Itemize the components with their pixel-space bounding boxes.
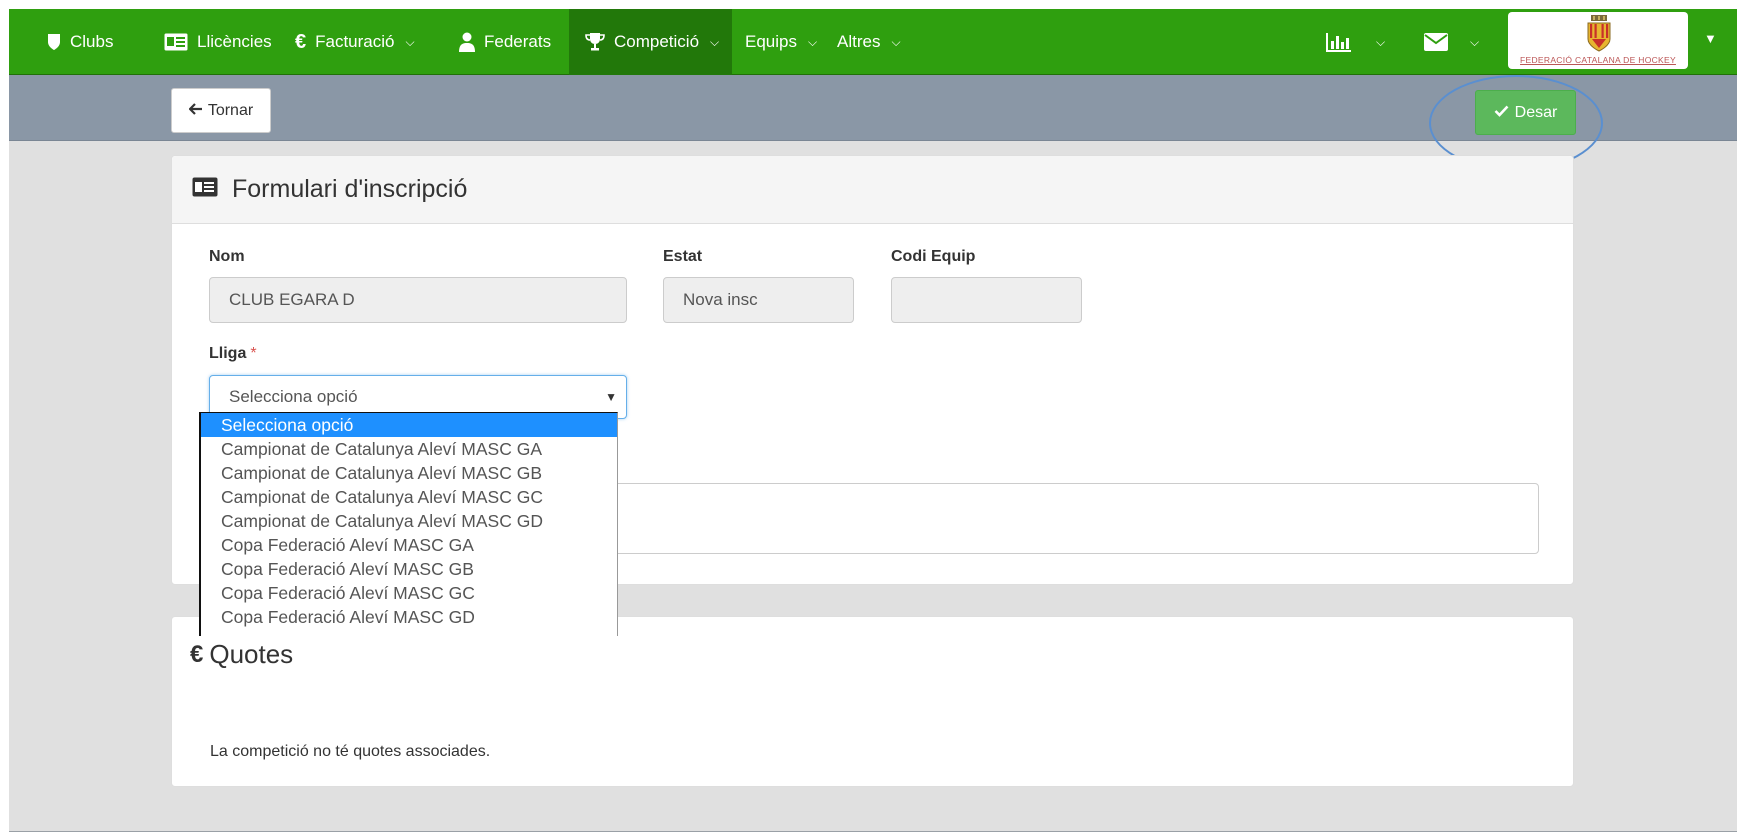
chevron-down-icon: ⌵	[807, 34, 818, 49]
dropdown-option[interactable]: Copa Federació Aleví MASC GC	[201, 581, 617, 605]
quotes-heading: € Quotes	[190, 639, 293, 670]
quotes-title: Quotes	[209, 639, 294, 669]
lliga-label: Lliga *	[209, 345, 257, 363]
dropdown-option[interactable]: Campionat de Catalunya Aleví MASC GB	[201, 461, 617, 485]
nav-stats-dropdown[interactable]: ⌵	[1326, 9, 1385, 75]
lliga-dropdown-list: Selecciona opció Campionat de Catalunya …	[199, 412, 618, 636]
back-button-label: Tornar	[207, 101, 254, 119]
dropdown-option[interactable]: Campionat de Catalunya Aleví MASC GC	[201, 485, 617, 509]
nav-item-competicio[interactable]: Competició ⌵	[569, 9, 732, 75]
nav-item-llicencies[interactable]: Llicències	[164, 9, 272, 75]
dropdown-option[interactable]: Campionat de Catalunya Aleví MASC GA	[201, 437, 617, 461]
nav-item-altres[interactable]: Altres ⌵	[837, 9, 901, 75]
id-card-icon	[164, 33, 188, 51]
dropdown-option[interactable]: Campionat de Catalunya Aleví MASC GD	[201, 509, 617, 533]
estat-field[interactable]: Nova insc	[663, 277, 854, 323]
chevron-down-icon: ⌵	[710, 34, 720, 49]
lliga-select-value: Selecciona opció	[229, 387, 358, 406]
nav-messages-dropdown[interactable]: ⌵	[1424, 9, 1479, 75]
page-title: Formulari d'inscripció	[232, 175, 468, 203]
dropdown-option[interactable]: Selecciona opció	[201, 413, 617, 437]
dropdown-option[interactable]: Copa Federació Aleví MASC GB	[201, 557, 617, 581]
nav-label: Equips	[745, 32, 797, 51]
quotes-panel: € Quotes La competició no té quotes asso…	[171, 616, 1574, 787]
back-button[interactable]: Tornar	[171, 88, 271, 133]
arrow-left-icon	[188, 102, 203, 120]
codi-equip-field[interactable]	[891, 277, 1082, 323]
nav-label: Competició	[614, 32, 700, 51]
nav-item-equips[interactable]: Equips ⌵	[745, 9, 817, 75]
nav-label: Llicències	[197, 32, 272, 51]
dropdown-option[interactable]: Copa Federació Aleví MASC GA	[201, 533, 617, 557]
caret-down-icon: ▼	[605, 390, 617, 404]
chevron-down-icon: ⌵	[1470, 34, 1480, 49]
federation-logo[interactable]: FEDERACIÓ CATALANA DE HOCKEY	[1508, 12, 1688, 69]
nav-item-clubs[interactable]: Clubs	[47, 9, 127, 75]
nav-item-facturacio[interactable]: € Facturació ⌵	[295, 9, 415, 75]
dropdown-option[interactable]: Copa Federació Aleví MASC GD	[201, 605, 617, 629]
envelope-icon	[1424, 33, 1448, 51]
check-icon	[1494, 104, 1509, 122]
top-navbar: Clubs Llicències € Facturació ⌵ Federats…	[9, 9, 1737, 75]
nav-label: Altres	[837, 32, 881, 51]
nav-label: Clubs	[70, 32, 114, 51]
nom-field[interactable]: CLUB EGARA D	[209, 277, 627, 323]
euro-icon: €	[190, 640, 204, 668]
save-button[interactable]: Desar	[1475, 90, 1576, 135]
lliga-label-text: Lliga	[209, 345, 247, 362]
codi-equip-label: Codi Equip	[891, 248, 976, 265]
action-toolbar: Tornar Desar	[9, 75, 1737, 171]
crest-icon	[1587, 15, 1611, 52]
nav-label: Federats	[484, 32, 552, 51]
estat-label: Estat	[663, 248, 703, 265]
id-card-icon	[192, 177, 218, 202]
panel-header: Formulari d'inscripció	[172, 156, 1573, 224]
caret-down-icon[interactable]: ▼	[1704, 31, 1717, 46]
required-marker: *	[250, 345, 257, 362]
chevron-down-icon: ⌵	[405, 34, 415, 49]
save-button-label: Desar	[1514, 103, 1558, 121]
user-icon	[459, 32, 475, 52]
euro-icon: €	[295, 30, 307, 53]
chevron-down-icon: ⌵	[1376, 34, 1386, 49]
nav-label: Facturació	[315, 32, 395, 51]
trophy-icon	[585, 32, 605, 52]
nom-label: Nom	[209, 248, 245, 265]
quotes-empty-message: La competició no té quotes associades.	[210, 743, 491, 760]
chevron-down-icon: ⌵	[891, 34, 901, 49]
bar-chart-icon	[1326, 32, 1352, 52]
nav-item-federats[interactable]: Federats	[459, 9, 551, 75]
shield-icon	[47, 33, 61, 51]
logo-text: FEDERACIÓ CATALANA DE HOCKEY	[1520, 55, 1676, 65]
